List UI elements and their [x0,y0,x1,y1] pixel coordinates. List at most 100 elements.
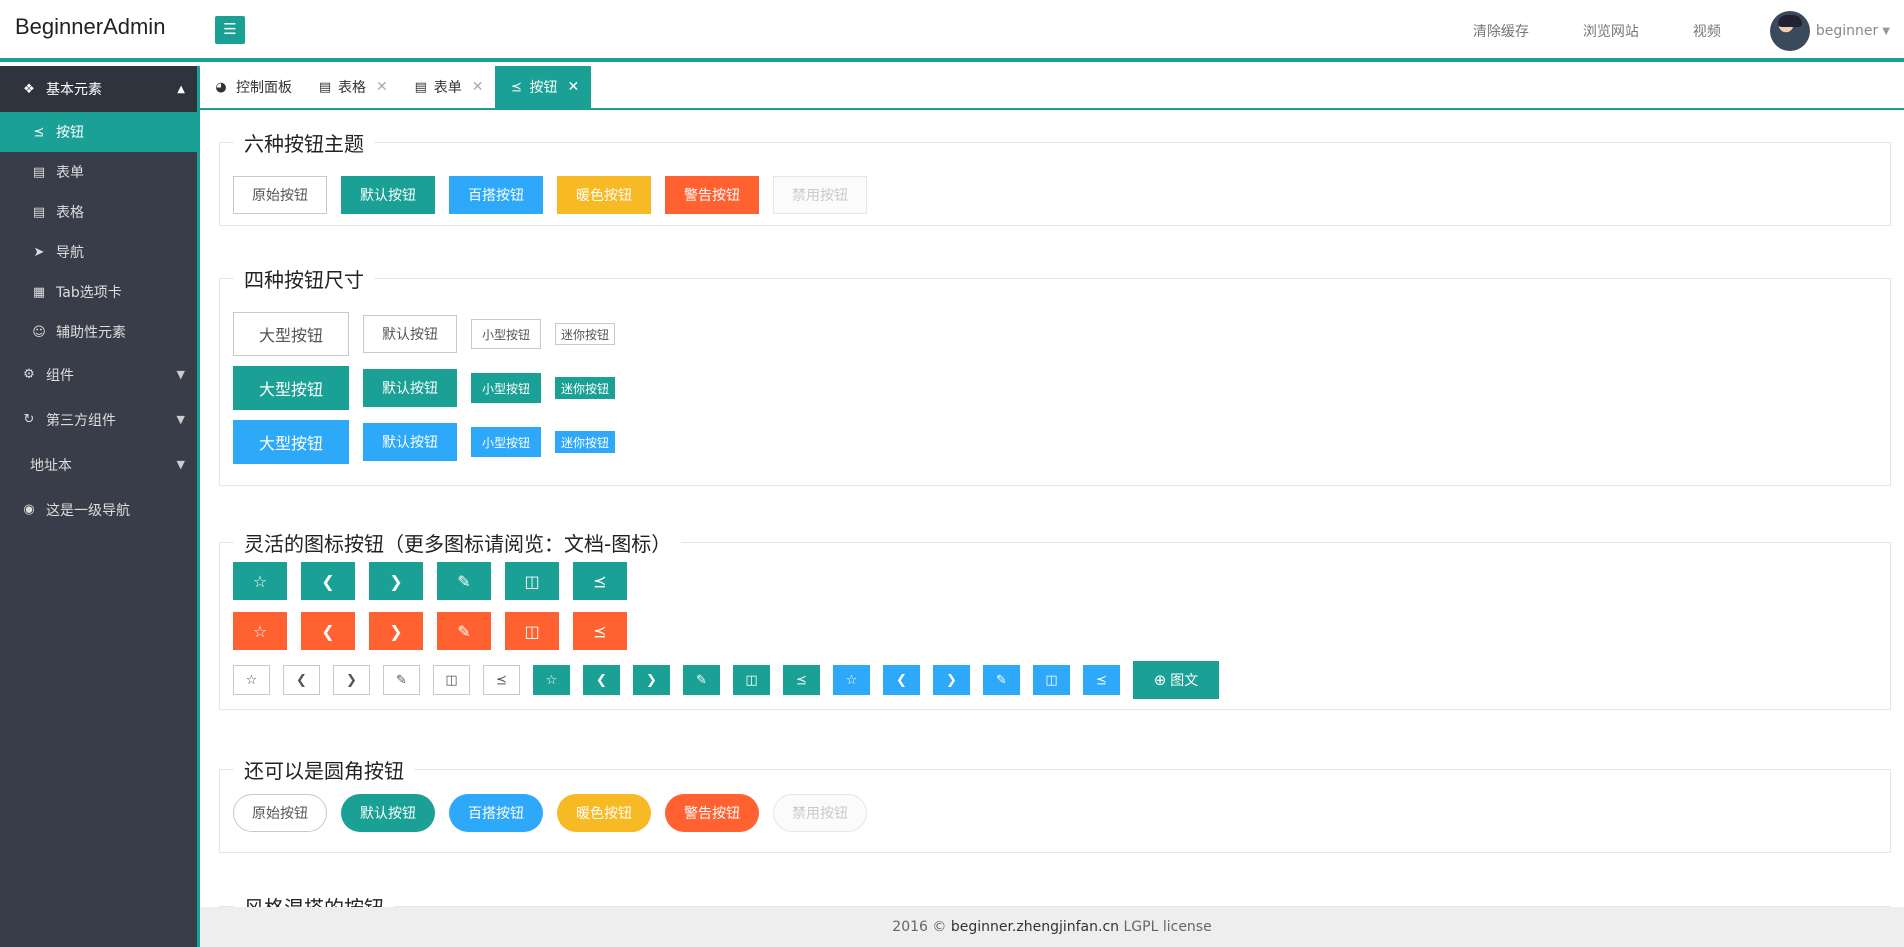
large-button[interactable]: 大型按钮 [233,420,350,464]
default-button[interactable]: 默认按钮 [341,794,435,832]
tab-label: 按钮 [529,80,558,96]
primary-button[interactable]: 原始按钮 [233,794,327,832]
menu-toggle-button[interactable]: ☰ [215,16,245,44]
close-icon[interactable]: ✕ [567,79,579,95]
chevron-right-icon[interactable]: ❯ [369,612,423,650]
sidebar-item-tables[interactable]: ▤ 表格 [0,192,197,232]
large-button[interactable]: 大型按钮 [233,366,350,410]
normal-button[interactable]: 百搭按钮 [449,794,543,832]
main-content: 六种按钮主题 原始按钮 默认按钮 百搭按钮 暖色按钮 警告按钮 禁用按钮 四种按… [203,110,1904,907]
sidebar-group-label: 这是一级导航 [46,502,130,519]
footer: 2016 © beginner.zhengjinfan.cn LGPL lice… [200,907,1904,947]
sidebar-group-first-level[interactable]: ◉ 这是一级导航 [0,487,197,532]
section-title: 四种按钮尺寸 [244,268,364,292]
share-icon: ⪯ [511,79,522,95]
share-icon[interactable]: ⪯ [483,665,520,695]
share-icon[interactable]: ⪯ [573,612,627,650]
sidebar-item-label: 表格 [56,205,84,221]
small-button[interactable]: 小型按钮 [471,373,542,403]
small-button[interactable]: 小型按钮 [471,427,542,457]
trash-icon[interactable]: ◫ [505,562,559,600]
trash-icon[interactable]: ◫ [1033,665,1070,695]
sidebar-item-forms[interactable]: ▤ 表单 [0,152,197,192]
star-icon[interactable]: ☆ [233,612,287,650]
warm-button[interactable]: 暖色按钮 [557,794,651,832]
mini-button[interactable]: 迷你按钮 [555,431,616,453]
sidebar-group-address-book[interactable]: 地址本 ▼ [0,442,197,487]
chevron-right-icon[interactable]: ❯ [333,665,370,695]
share-icon[interactable]: ⪯ [573,562,627,600]
user-menu[interactable]: beginner ▼ [1769,11,1890,51]
file-icon: ▤ [414,79,427,95]
tab-tables[interactable]: ▤ 表格 ✕ [304,66,400,108]
icon-row-default: ☆ ❮ ❯ ✎ ◫ ⪯ [233,562,641,600]
browse-site-link[interactable]: 浏览网站 [1583,21,1639,41]
sidebar-item-navigation[interactable]: ➤ 导航 [0,232,197,272]
trash-icon[interactable]: ◫ [433,665,470,695]
tab-label: 控制面板 [236,80,292,96]
chevron-right-icon[interactable]: ❯ [369,562,423,600]
clear-cache-link[interactable]: 清除缓存 [1473,21,1529,41]
star-icon[interactable]: ☆ [233,665,270,695]
refresh-icon: ↻ [23,412,35,427]
sidebar-item-buttons[interactable]: ⪯ 按钮 [0,112,197,152]
tab-buttons[interactable]: ⪯ 按钮 ✕ [495,66,592,108]
chevron-left-icon[interactable]: ❮ [583,665,620,695]
section-mixed: 风格混搭的按钮 [219,892,1891,907]
footer-license: LGPL license [1123,919,1212,935]
footer-site-link[interactable]: beginner.zhengjinfan.cn [951,919,1119,935]
sidebar-group-components[interactable]: ⚙ 组件 ▼ [0,352,197,397]
default-size-button[interactable]: 默认按钮 [363,369,458,407]
footer-year: 2016 © [892,919,947,935]
default-size-button[interactable]: 默认按钮 [363,315,458,353]
chevron-left-icon[interactable]: ❮ [301,612,355,650]
pencil-icon[interactable]: ✎ [437,612,491,650]
danger-button[interactable]: 警告按钮 [665,794,759,832]
cubes-icon: ❖ [23,81,35,97]
chevron-left-icon[interactable]: ❮ [283,665,320,695]
pencil-icon[interactable]: ✎ [383,665,420,695]
mini-button[interactable]: 迷你按钮 [555,377,616,399]
pencil-icon[interactable]: ✎ [437,562,491,600]
trash-icon[interactable]: ◫ [505,612,559,650]
large-button[interactable]: 大型按钮 [233,312,350,356]
share-icon[interactable]: ⪯ [1083,665,1120,695]
icon-row-small: ☆ ❮ ❯ ✎ ◫ ⪯ ☆ ❮ ❯ ✎ ◫ ⪯ ☆ ❮ ❯ ✎ ◫ ⪯ ⊕ 图文 [233,661,1233,699]
chevron-left-icon[interactable]: ❮ [301,562,355,600]
sidebar-group-third-party[interactable]: ↻ 第三方组件 ▼ [0,397,197,442]
chevron-left-icon[interactable]: ❮ [883,665,920,695]
sidebar-group-label: 第三方组件 [46,412,116,429]
trash-icon[interactable]: ◫ [733,665,770,695]
sidebar-item-auxiliary[interactable]: ☺ 辅助性元素 [0,312,197,352]
primary-button[interactable]: 原始按钮 [233,176,327,214]
small-button[interactable]: 小型按钮 [471,319,542,349]
pencil-icon[interactable]: ✎ [983,665,1020,695]
default-size-button[interactable]: 默认按钮 [363,423,458,461]
star-icon[interactable]: ☆ [233,562,287,600]
sidebar-group-basic-elements[interactable]: ❖ 基本元素 ▲ [0,66,197,112]
star-icon[interactable]: ☆ [833,665,870,695]
danger-button[interactable]: 警告按钮 [665,176,759,214]
chevron-up-icon: ▲ [177,83,185,95]
username: beginner [1815,23,1879,39]
default-button[interactable]: 默认按钮 [341,176,435,214]
icon-text-button[interactable]: ⊕ 图文 [1133,661,1219,699]
close-icon[interactable]: ✕ [376,79,388,95]
chevron-right-icon[interactable]: ❯ [933,665,970,695]
share-icon[interactable]: ⪯ [783,665,820,695]
star-icon[interactable]: ☆ [533,665,570,695]
tab-forms[interactable]: ▤ 表单 ✕ [400,66,496,108]
warm-button[interactable]: 暖色按钮 [557,176,651,214]
sidebar-item-tabs[interactable]: ▦ Tab选项卡 [0,272,197,312]
logo[interactable]: BeginnerAdmin [15,14,165,40]
file-icon: ▤ [32,204,46,220]
mini-button[interactable]: 迷你按钮 [555,323,616,345]
avatar [1769,11,1810,51]
chevron-right-icon[interactable]: ❯ [633,665,670,695]
video-link[interactable]: 视频 [1693,21,1721,41]
close-icon[interactable]: ✕ [472,79,484,95]
pencil-icon[interactable]: ✎ [683,665,720,695]
tab-dashboard[interactable]: ◕ 控制面板 [200,66,304,108]
normal-button[interactable]: 百搭按钮 [449,176,543,214]
chevron-down-icon: ▼ [1882,25,1890,37]
